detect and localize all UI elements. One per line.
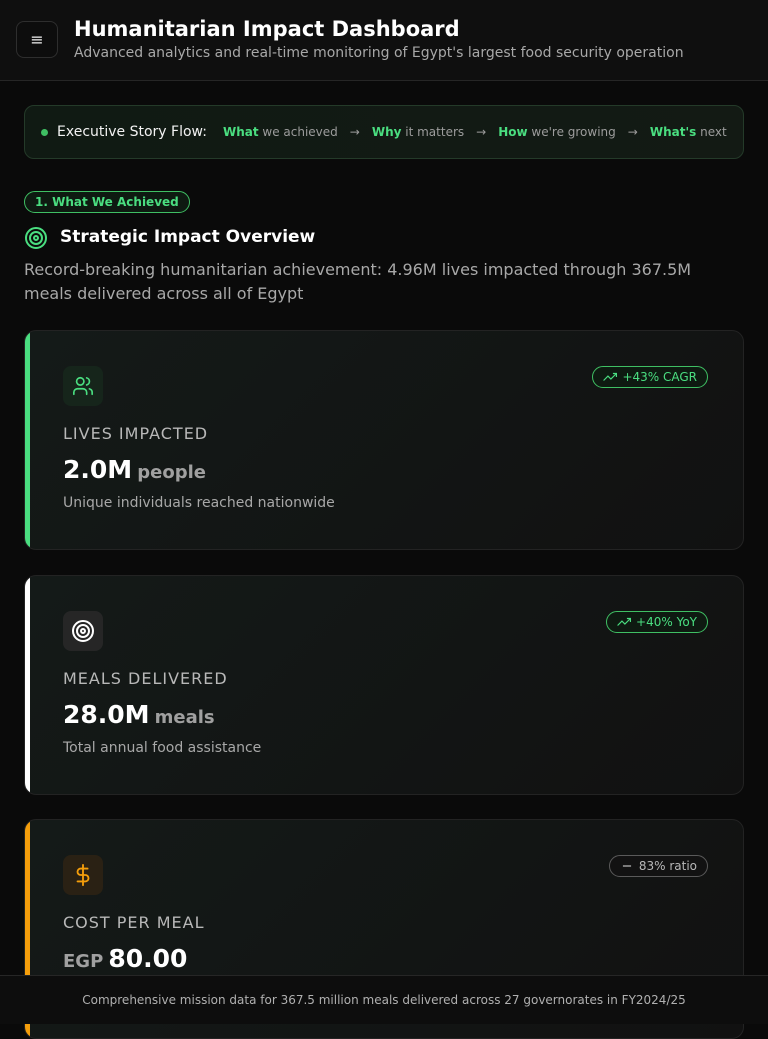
arrow-right-icon: → [476,125,487,139]
metric-note: Unique individuals reached nationwide [63,495,335,511]
growth-badge: +40% YoY [606,611,708,633]
story-step-how[interactable]: How we're growing [498,125,616,139]
users-icon [63,366,103,406]
header-bar: ≡ Humanitarian Impact Dashboard Advanced… [0,0,768,81]
metric-value: 28.0M meals [63,700,215,729]
target-icon [63,611,103,651]
growth-badge: +43% CAGR [592,366,708,388]
story-step-what[interactable]: What we achieved [223,125,338,139]
arrow-right-icon: → [349,125,360,139]
story-flow-banner: Executive Story Flow: What we achieved →… [24,105,744,159]
metric-note: Total annual food assistance [63,740,262,756]
card-accent-bar [25,576,30,794]
story-step-why[interactable]: Why it matters [372,125,464,139]
dollar-icon [63,855,103,895]
footer-bar: Comprehensive mission data for 367.5 mil… [0,975,768,1024]
footer-text: Comprehensive mission data for 367.5 mil… [82,993,686,1007]
ratio-badge: 83% ratio [608,855,708,877]
trending-up-icon [617,617,632,626]
arrow-right-icon: → [627,125,638,139]
minus-icon [622,865,631,867]
section-description: Record-breaking humanitarian achievement… [24,260,692,303]
menu-icon: ≡ [30,30,44,49]
section-pill: 1. What We Achieved [24,191,190,213]
metric-value: 2.0M people [63,455,206,484]
metric-label: COST PER MEAL [63,913,205,932]
status-dot [41,128,48,136]
card-accent-bar [25,331,30,549]
metric-label: LIVES IMPACTED [63,424,209,443]
metric-label: MEALS DELIVERED [63,669,228,688]
story-flow-label: Executive Story Flow: [57,124,207,140]
metric-card-lives[interactable]: +43% CAGR LIVES IMPACTED 2.0M people Uni… [24,330,744,550]
story-step-next[interactable]: What's next [650,125,727,139]
page-title: Humanitarian Impact Dashboard [74,17,460,41]
metric-value: EGP 80.00 [63,944,188,973]
metric-card-meals[interactable]: +40% YoY MEALS DELIVERED 28.0M meals Tot… [24,575,744,795]
page-subtitle: Advanced analytics and real-time monitor… [74,45,684,61]
menu-button[interactable]: ≡ [16,21,58,58]
target-icon [25,227,47,249]
trending-up-icon [603,372,618,381]
section-title: Strategic Impact Overview [60,227,316,247]
